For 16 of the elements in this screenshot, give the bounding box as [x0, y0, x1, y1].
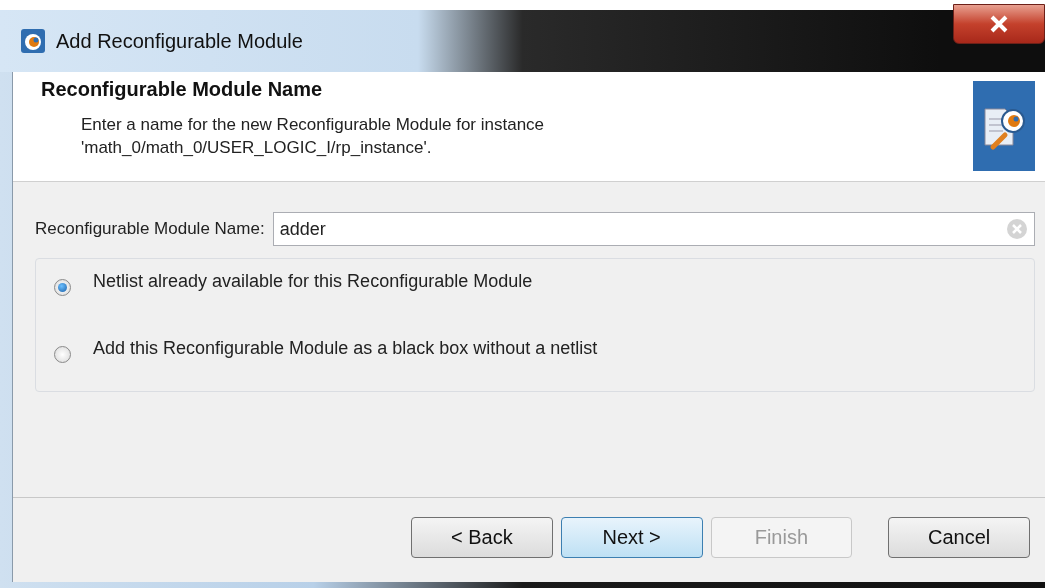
close-icon [989, 15, 1009, 33]
radio-button[interactable] [54, 279, 71, 296]
close-button[interactable] [953, 4, 1045, 44]
option-label[interactable]: Netlist already available for this Reconfigurable Module [93, 271, 533, 292]
field-label: Reconfigurable Module Name: [35, 219, 265, 239]
page-description: Enter a name for the new Reconfigurable Module for instance 'math_0/math_0/USER_LOGIC_I/rp_instance'. [81, 114, 546, 159]
option-label[interactable]: Add this Reconfigurable Module as a black box without a netlist [93, 338, 598, 359]
dialog-button[interactable]: < Back [411, 516, 553, 558]
module-name-field[interactable]: adder [272, 212, 1035, 246]
dialog-button[interactable]: Cancel [888, 516, 1030, 558]
page-title: Reconfigurable Module Name [41, 78, 324, 101]
app-icon [20, 28, 46, 54]
window-title: Add Reconfigurable Module [56, 29, 303, 53]
dialog-button[interactable]: Next > [560, 516, 703, 558]
wizard-banner-icon [973, 81, 1035, 171]
radio-button[interactable] [54, 346, 71, 363]
